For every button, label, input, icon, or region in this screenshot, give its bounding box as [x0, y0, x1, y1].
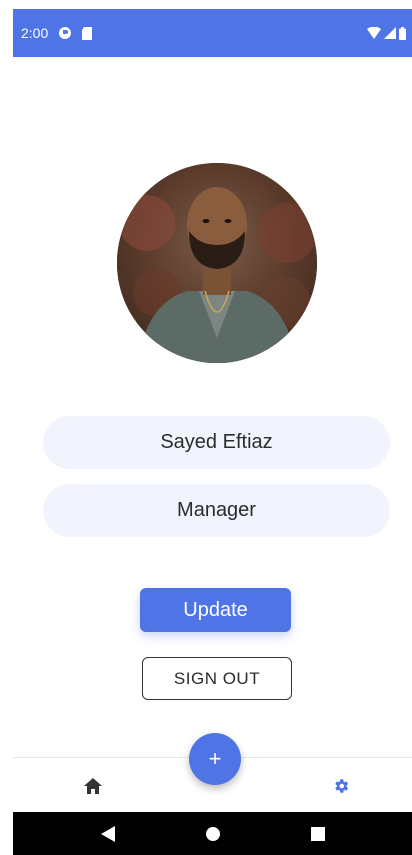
- battery-icon: [399, 26, 406, 40]
- home-circle-icon[interactable]: [201, 822, 225, 846]
- sign-out-button[interactable]: SIGN OUT: [142, 657, 292, 700]
- profile-avatar[interactable]: [117, 163, 317, 363]
- name-value: Sayed Eftiaz: [160, 431, 273, 453]
- gear-icon[interactable]: [331, 776, 351, 796]
- status-time: 2:00: [21, 25, 49, 41]
- add-fab-button[interactable]: +: [189, 733, 241, 785]
- back-icon[interactable]: [96, 822, 120, 846]
- update-button[interactable]: Update: [140, 588, 291, 632]
- signal-icon: [384, 27, 396, 39]
- recents-icon[interactable]: [306, 822, 330, 846]
- alarm-icon: [58, 26, 72, 40]
- status-bar: 2:00: [13, 9, 412, 57]
- role-value: Manager: [177, 499, 256, 521]
- profile-screen: 2:00 Sayed Eftiaz Manager Update SIGN OU…: [0, 0, 412, 855]
- role-field[interactable]: Manager: [43, 484, 390, 537]
- name-field[interactable]: Sayed Eftiaz: [43, 416, 390, 469]
- system-navigation-bar: [13, 812, 412, 855]
- plus-icon: +: [208, 746, 222, 771]
- wifi-icon: [367, 27, 381, 39]
- home-icon[interactable]: [83, 776, 103, 796]
- avatar-photo: [117, 163, 317, 363]
- sd-card-icon: [82, 26, 93, 40]
